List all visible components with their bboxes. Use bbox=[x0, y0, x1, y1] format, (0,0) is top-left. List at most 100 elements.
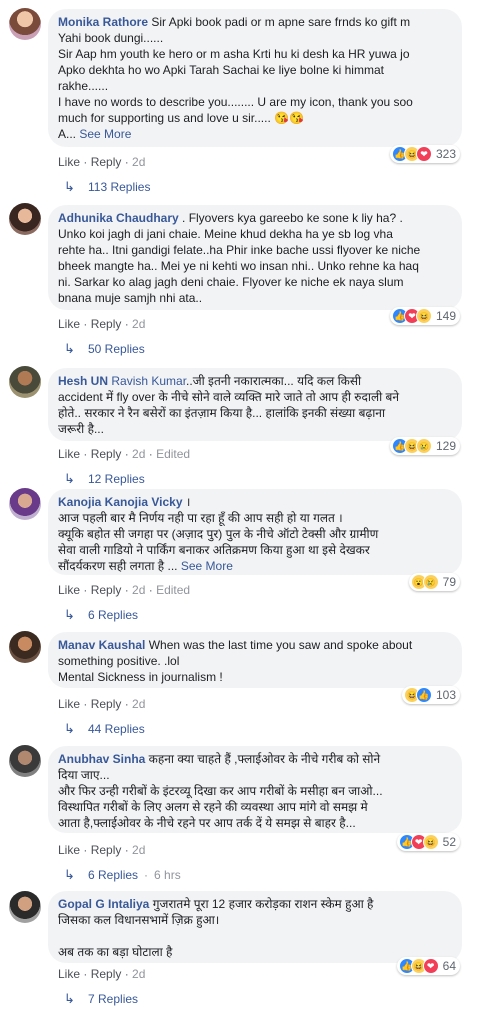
comment-author[interactable]: Manav Kaushal bbox=[58, 638, 145, 652]
like-link[interactable]: Like bbox=[58, 843, 80, 857]
separator: · bbox=[80, 697, 91, 711]
see-more-link[interactable]: See More bbox=[181, 559, 233, 573]
haha-reaction-icon: 😆 bbox=[422, 834, 439, 850]
avatar[interactable] bbox=[9, 631, 41, 663]
like-link[interactable]: Like bbox=[58, 967, 80, 981]
comment-author[interactable]: Hesh UN bbox=[58, 374, 108, 388]
like-link[interactable]: Like bbox=[58, 697, 80, 711]
comment-text: गुजरातमे पूरा 12 हजार करोड़का राशन स्केम… bbox=[149, 897, 374, 911]
comment-author[interactable]: Anubhav Sinha bbox=[58, 752, 145, 766]
comment-actions: Like · Reply · 2d bbox=[58, 842, 145, 858]
reply-arrow-icon: ↳ bbox=[64, 721, 75, 736]
reaction-summary[interactable]: 👍 😆 ❤ 64 bbox=[396, 957, 460, 975]
separator: · bbox=[121, 967, 133, 981]
reaction-count: 129 bbox=[435, 439, 456, 453]
separator: · bbox=[145, 583, 157, 597]
comment-time[interactable]: 2d bbox=[132, 583, 145, 597]
like-link[interactable]: Like bbox=[58, 155, 80, 169]
reply-link[interactable]: Reply bbox=[91, 155, 122, 169]
comment-text-line: bnana muje samjh nhi ata.. bbox=[58, 291, 203, 305]
comment-bubble: Kanojia Kanojia Vicky । आज पहली बार मै न… bbox=[48, 489, 462, 575]
separator: · bbox=[80, 317, 91, 331]
comment-author[interactable]: Kanojia Kanojia Vicky bbox=[58, 495, 183, 509]
reply-arrow-icon: ↳ bbox=[64, 471, 75, 486]
replies-time: 6 hrs bbox=[154, 868, 181, 882]
replies-count[interactable]: 50 Replies bbox=[88, 341, 145, 357]
reply-arrow-icon: ↳ bbox=[64, 341, 75, 356]
like-link[interactable]: Like bbox=[58, 583, 80, 597]
avatar[interactable] bbox=[9, 203, 41, 235]
separator: · bbox=[121, 317, 133, 331]
view-replies-link[interactable]: ↳ 113 Replies bbox=[64, 179, 150, 195]
replies-count[interactable]: 44 Replies bbox=[88, 721, 145, 737]
edited-label[interactable]: Edited bbox=[156, 447, 190, 461]
reaction-summary[interactable]: 👍 😆 ❤ 323 bbox=[389, 145, 460, 163]
comment-text-line: rakhe...... bbox=[58, 79, 109, 93]
view-replies-link[interactable]: ↳ 12 Replies bbox=[64, 471, 145, 487]
separator: · bbox=[121, 697, 133, 711]
avatar[interactable] bbox=[9, 488, 41, 520]
reply-link[interactable]: Reply bbox=[91, 697, 122, 711]
view-replies-link[interactable]: ↳ 6 Replies bbox=[64, 607, 138, 623]
replies-count[interactable]: 6 Replies bbox=[88, 867, 138, 883]
like-reaction-icon: 👍 bbox=[415, 687, 432, 703]
view-replies-link[interactable]: ↳ 44 Replies bbox=[64, 721, 145, 737]
reply-arrow-icon: ↳ bbox=[64, 991, 75, 1006]
avatar[interactable] bbox=[9, 891, 41, 923]
comment-text-line: विस्थापित गरीबों के लिए अलग से रहने की व… bbox=[58, 800, 368, 814]
reaction-summary[interactable]: 👍 ❤ 😆 52 bbox=[396, 833, 460, 851]
replies-count[interactable]: 7 Replies bbox=[88, 991, 138, 1007]
sad-reaction-icon: 😢 bbox=[422, 574, 439, 590]
comment-time[interactable]: 2d bbox=[132, 317, 145, 331]
comment-time[interactable]: 2d bbox=[132, 697, 145, 711]
comment-text-line: जरूरी है... bbox=[58, 422, 104, 436]
view-replies-link[interactable]: ↳ 7 Replies bbox=[64, 991, 138, 1007]
avatar[interactable] bbox=[9, 366, 41, 398]
avatar[interactable] bbox=[9, 8, 41, 40]
like-link[interactable]: Like bbox=[58, 317, 80, 331]
view-replies-link[interactable]: ↳ 6 Replies · 6 hrs bbox=[64, 867, 181, 883]
comment-bubble: Hesh UN Ravish Kumar..जी इतनी नकारात्मका… bbox=[48, 368, 462, 441]
comment-text-line: सौंदर्यकरण सही लगता है ... bbox=[58, 559, 181, 573]
replies-count[interactable]: 6 Replies bbox=[88, 607, 138, 623]
comment-bubble: Gopal G Intaliya गुजरातमे पूरा 12 हजार क… bbox=[48, 891, 462, 963]
separator: · bbox=[121, 155, 133, 169]
comment-bubble: Anubhav Sinha कहना क्या चाहते हैं ,फ्लाई… bbox=[48, 746, 462, 833]
edited-label[interactable]: Edited bbox=[156, 583, 190, 597]
comment-bubble: Adhunika Chaudhary . Flyovers kya gareeb… bbox=[48, 205, 462, 310]
reaction-summary[interactable]: 😆 👍 103 bbox=[401, 686, 460, 704]
reaction-count: 149 bbox=[435, 309, 456, 323]
comment-text-line: आता है,फ्लाईओवर के नीचे रहने पर आप तर्क … bbox=[58, 816, 356, 830]
comment-time[interactable]: 2d bbox=[132, 843, 145, 857]
see-more-link[interactable]: See More bbox=[79, 127, 131, 141]
reaction-summary[interactable]: 😮 😢 79 bbox=[408, 573, 460, 591]
reaction-count: 103 bbox=[435, 688, 456, 702]
comment-time[interactable]: 2d bbox=[132, 447, 145, 461]
replies-count[interactable]: 113 Replies bbox=[88, 179, 150, 195]
reply-link[interactable]: Reply bbox=[91, 447, 122, 461]
like-link[interactable]: Like bbox=[58, 447, 80, 461]
reaction-summary[interactable]: 👍 😆 😢 129 bbox=[389, 437, 460, 455]
reaction-count: 79 bbox=[442, 575, 456, 589]
avatar[interactable] bbox=[9, 745, 41, 777]
reply-link[interactable]: Reply bbox=[91, 967, 122, 981]
separator: · bbox=[80, 843, 91, 857]
comment-text-line: bheek mangte ha.. Mei ye ni kehti wo ins… bbox=[58, 259, 419, 273]
separator: · bbox=[144, 868, 149, 882]
view-replies-link[interactable]: ↳ 50 Replies bbox=[64, 341, 145, 357]
reaction-count: 323 bbox=[435, 147, 456, 161]
comment-time[interactable]: 2d bbox=[132, 155, 145, 169]
comment-author[interactable]: Gopal G Intaliya bbox=[58, 897, 149, 911]
reply-link[interactable]: Reply bbox=[91, 317, 122, 331]
reply-link[interactable]: Reply bbox=[91, 843, 122, 857]
comment-author[interactable]: Adhunika Chaudhary bbox=[58, 211, 179, 225]
reaction-summary[interactable]: 👍 ❤ 😆 149 bbox=[389, 307, 460, 325]
comment-time[interactable]: 2d bbox=[132, 967, 145, 981]
reply-arrow-icon: ↳ bbox=[64, 179, 75, 194]
comment-author[interactable]: Monika Rathore bbox=[58, 15, 148, 29]
reply-link[interactable]: Reply bbox=[91, 583, 122, 597]
separator: · bbox=[80, 447, 91, 461]
reply-arrow-icon: ↳ bbox=[64, 867, 75, 882]
tagged-user-link[interactable]: Ravish Kumar bbox=[108, 374, 186, 388]
replies-count[interactable]: 12 Replies bbox=[88, 471, 145, 487]
